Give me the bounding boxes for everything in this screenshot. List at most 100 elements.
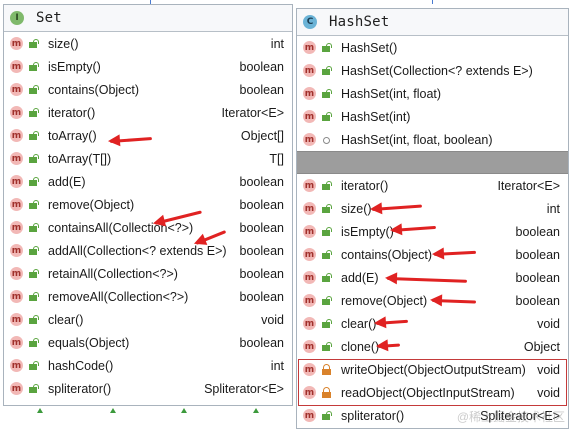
return-type: Object xyxy=(523,339,560,354)
method-icon: m xyxy=(303,41,316,54)
public-unlock-icon xyxy=(320,248,333,261)
connector-tick xyxy=(253,408,259,413)
public-unlock-icon xyxy=(320,225,333,238)
method-icon: m xyxy=(303,294,316,307)
return-type: boolean xyxy=(239,243,285,258)
set-member-row[interactable]: m containsAll(Collection<?>) boolean xyxy=(4,216,292,239)
method-icon: m xyxy=(10,37,23,50)
hashset-method-row[interactable]: m size() int xyxy=(297,197,568,220)
method-icon: m xyxy=(303,64,316,77)
set-members-list: m size() int m isEmpty() boolean m contains(Obj… xyxy=(4,32,292,400)
hashset-constructor-row[interactable]: m HashSet() xyxy=(297,36,568,59)
public-unlock-icon xyxy=(320,294,333,307)
return-type: int xyxy=(270,36,284,51)
method-icon: m xyxy=(303,363,316,376)
public-unlock-icon xyxy=(320,87,333,100)
method-icon: m xyxy=(303,133,316,146)
hashset-method-row[interactable]: m writeObject(ObjectOutputStream) void xyxy=(297,358,568,381)
connector-tick xyxy=(37,408,43,413)
public-unlock-icon xyxy=(27,359,40,372)
return-type: boolean xyxy=(239,289,285,304)
public-unlock-icon xyxy=(27,106,40,119)
method-signature: containsAll(Collection<?>) xyxy=(48,220,194,235)
set-member-row[interactable]: m contains(Object) boolean xyxy=(4,78,292,101)
watermark: @稀土掘金技术社区 xyxy=(456,410,565,424)
method-signature: HashSet(int) xyxy=(341,109,411,124)
method-icon: m xyxy=(10,244,23,257)
set-member-row[interactable]: m size() int xyxy=(4,32,292,55)
hashset-constructor-row[interactable]: m HashSet(int, float) xyxy=(297,82,568,105)
hashset-method-row[interactable]: m isEmpty() boolean xyxy=(297,220,568,243)
set-member-row[interactable]: m clear() void xyxy=(4,308,292,331)
hashset-constructor-row[interactable]: m HashSet(int, float, boolean) xyxy=(297,128,568,151)
set-member-row[interactable]: m hashCode() int xyxy=(4,354,292,377)
set-member-row[interactable]: m removeAll(Collection<?>) boolean xyxy=(4,285,292,308)
hashset-constructors-list: m HashSet() m HashSet(Collection<? extends … xyxy=(297,36,568,151)
private-lock-icon xyxy=(320,386,333,399)
public-unlock-icon xyxy=(320,317,333,330)
hashset-method-row[interactable]: m clear() void xyxy=(297,312,568,335)
return-type: Object[] xyxy=(240,128,284,143)
method-icon: m xyxy=(303,87,316,100)
set-title: Set xyxy=(36,10,62,26)
public-unlock-icon xyxy=(27,313,40,326)
public-unlock-icon xyxy=(27,83,40,96)
return-type: boolean xyxy=(239,82,285,97)
return-type: boolean xyxy=(239,220,285,235)
hashset-method-row[interactable]: m add(E) boolean xyxy=(297,266,568,289)
method-signature: toArray(T[]) xyxy=(48,151,112,166)
hashset-method-row[interactable]: m readObject(ObjectInputStream) void xyxy=(297,381,568,404)
package-visibility-icon xyxy=(320,133,333,146)
set-member-row[interactable]: m addAll(Collection<? extends E>) boolean xyxy=(4,239,292,262)
public-unlock-icon xyxy=(320,340,333,353)
method-signature: equals(Object) xyxy=(48,335,130,350)
return-type: boolean xyxy=(515,293,561,308)
public-unlock-icon xyxy=(320,179,333,192)
return-type: boolean xyxy=(239,197,285,212)
method-icon: m xyxy=(10,382,23,395)
method-signature: remove(Object) xyxy=(341,293,428,308)
set-interface-panel: I Set m size() int m isEmpty() boolean m contai… xyxy=(3,4,293,406)
method-icon: m xyxy=(10,175,23,188)
set-header[interactable]: I Set xyxy=(4,5,292,32)
return-type: void xyxy=(537,362,560,377)
set-member-row[interactable]: m spliterator() Spliterator<E> xyxy=(4,377,292,400)
hashset-method-row[interactable]: m clone() Object xyxy=(297,335,568,358)
method-icon: m xyxy=(303,271,316,284)
public-unlock-icon xyxy=(320,409,333,422)
public-unlock-icon xyxy=(320,110,333,123)
public-unlock-icon xyxy=(27,336,40,349)
return-type: int xyxy=(270,358,284,373)
method-signature: HashSet(Collection<? extends E>) xyxy=(341,63,533,78)
method-signature: writeObject(ObjectOutputStream) xyxy=(341,362,526,377)
set-member-row[interactable]: m equals(Object) boolean xyxy=(4,331,292,354)
set-member-row[interactable]: m toArray() Object[] xyxy=(4,124,292,147)
method-icon: m xyxy=(10,359,23,372)
hashset-constructor-row[interactable]: m HashSet(int) xyxy=(297,105,568,128)
public-unlock-icon xyxy=(27,198,40,211)
return-type: boolean xyxy=(239,174,285,189)
method-icon: m xyxy=(10,313,23,326)
method-icon: m xyxy=(10,106,23,119)
hashset-header[interactable]: C HashSet xyxy=(297,9,568,36)
method-signature: removeAll(Collection<?>) xyxy=(48,289,189,304)
set-member-row[interactable]: m remove(Object) boolean xyxy=(4,193,292,216)
method-signature: addAll(Collection<? extends E>) xyxy=(48,243,227,258)
return-type: Iterator<E> xyxy=(497,178,560,193)
set-member-row[interactable]: m isEmpty() boolean xyxy=(4,55,292,78)
set-member-row[interactable]: m iterator() Iterator<E> xyxy=(4,101,292,124)
method-icon: m xyxy=(303,386,316,399)
public-unlock-icon xyxy=(320,271,333,284)
method-signature: retainAll(Collection<?>) xyxy=(48,266,178,281)
return-type: int xyxy=(546,201,560,216)
hashset-method-row[interactable]: m iterator() Iterator<E> xyxy=(297,174,568,197)
set-member-row[interactable]: m add(E) boolean xyxy=(4,170,292,193)
method-icon: m xyxy=(303,179,316,192)
hashset-constructor-row[interactable]: m HashSet(Collection<? extends E>) xyxy=(297,59,568,82)
set-member-row[interactable]: m retainAll(Collection<?>) boolean xyxy=(4,262,292,285)
method-signature: HashSet() xyxy=(341,40,398,55)
class-icon: C xyxy=(303,15,317,29)
method-signature: clear() xyxy=(341,316,377,331)
method-signature: iterator() xyxy=(341,178,389,193)
set-member-row[interactable]: m toArray(T[]) T[] xyxy=(4,147,292,170)
